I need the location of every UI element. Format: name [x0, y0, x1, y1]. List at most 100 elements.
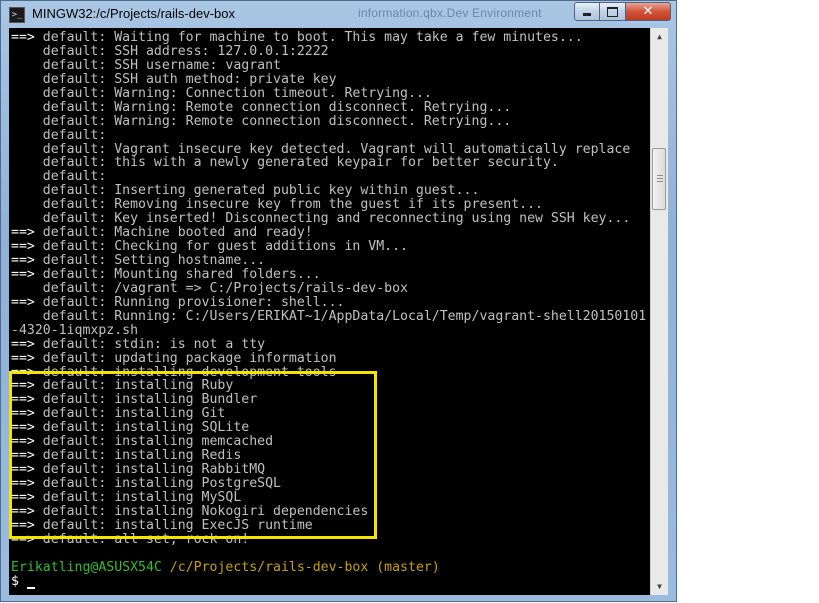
terminal-line-text: default: this with a newly generated key… — [42, 155, 559, 171]
output-arrow-prefix — [11, 86, 43, 101]
output-arrow-prefix: ==> — [11, 462, 43, 478]
output-arrow-prefix: ==> — [11, 517, 43, 533]
terminal-line: ==> default: installing Git — [11, 407, 646, 421]
terminal-line: ==> default: all set, rock on! — [11, 531, 646, 547]
title-bar[interactable]: >_ MINGW32:/c/Projects/rails-dev-box inf… — [1, 1, 676, 28]
terminal-line: default: — [11, 127, 646, 143]
terminal-line: default: Removing insecure key from the … — [11, 198, 646, 212]
output-arrow-prefix: ==> — [11, 350, 43, 366]
output-arrow-prefix: ==> — [11, 336, 43, 352]
terminal-line-text: default: Checking for guest additions in… — [42, 239, 408, 255]
terminal-line: ==> default: installing MySQL — [11, 490, 646, 505]
terminal-line-text: default: installing ExecJS runtime — [42, 517, 313, 533]
maximize-icon — [607, 6, 618, 17]
terminal-line-text: default: — [42, 127, 107, 143]
terminal-line-text: default: installing PostgreSQL — [42, 476, 281, 491]
text-cursor — [26, 586, 35, 589]
terminal-line-text: default: Running provisioner: shell... — [42, 294, 345, 310]
terminal-line: default: Inserting generated public key … — [11, 184, 646, 198]
output-arrow-prefix: ==> — [11, 294, 43, 310]
terminal-line: ==> default: installing Redis — [11, 449, 646, 463]
output-arrow-prefix — [11, 169, 43, 184]
terminal-line-text: default: stdin: is not a tty — [42, 336, 266, 352]
command-input-line[interactable]: $ — [11, 574, 646, 589]
close-icon: ✕ — [642, 4, 654, 19]
terminal-line: default: SSH auth method: private key — [11, 71, 646, 87]
terminal-line: default: Warning: Connection timeout. Re… — [11, 85, 646, 101]
output-arrow-prefix: ==> — [11, 476, 43, 491]
terminal-line-text: default: installing memcached — [42, 434, 274, 450]
output-arrow-prefix: ==> — [11, 406, 43, 422]
terminal-lines: ==> default: Waiting for machine to boot… — [11, 31, 646, 589]
prompt-user-host: Erikatling@ASUSX54C — [11, 559, 162, 575]
terminal-line: ==> default: installing PostgreSQL — [11, 477, 646, 491]
terminal-line-text: default: Key inserted! Disconnecting and… — [42, 211, 631, 227]
output-arrow-prefix: ==> — [11, 531, 43, 547]
terminal-line-text: default: Setting hostname... — [42, 253, 266, 268]
thumb-grip-line — [657, 181, 663, 182]
prompt-line: Erikatling@ASUSX54C /c/Projects/rails-de… — [11, 559, 646, 575]
output-arrow-prefix: ==> — [11, 239, 43, 255]
thumb-grip-line — [657, 178, 663, 179]
output-arrow-prefix: ==> — [11, 420, 43, 436]
terminal-line: default: Warning: Remote connection disc… — [11, 100, 646, 115]
terminal-app-icon[interactable]: >_ — [9, 7, 25, 23]
terminal-line-text: default: installing Bundler — [42, 392, 258, 408]
minimize-button[interactable] — [574, 2, 600, 21]
terminal-output[interactable]: ==> default: Waiting for machine to boot… — [9, 28, 650, 595]
scroll-down-button[interactable]: ▼ — [651, 578, 668, 595]
output-arrow-prefix: ==> — [11, 225, 43, 241]
terminal-line: ==> default: installing Nokogiri depende… — [11, 504, 646, 519]
terminal-line-text: default: installing Ruby — [42, 378, 234, 394]
terminal-line-text: default: /vagrant => C:/Projects/rails-d… — [42, 280, 408, 296]
terminal-line-text: default: SSH auth method: private key — [42, 71, 337, 87]
output-arrow-prefix — [11, 142, 43, 157]
terminal-line: ==> default: installing Bundler — [11, 393, 646, 407]
terminal-line: default: /vagrant => C:/Projects/rails-d… — [11, 280, 646, 296]
window-title: MINGW32:/c/Projects/rails-dev-box — [32, 6, 235, 21]
scrollbar-thumb[interactable] — [652, 148, 666, 210]
terminal-line: ==> default: Checking for guest addition… — [11, 240, 646, 254]
terminal-line-text: default: SSH username: vagrant — [42, 57, 281, 73]
terminal-line: ==> default: stdin: is not a tty — [11, 336, 646, 352]
output-arrow-prefix — [11, 58, 43, 73]
terminal-line-text: default: installing SQLite — [42, 420, 250, 436]
terminal-line-text: default: installing Git — [42, 406, 226, 422]
terminal-line: ==> default: installing RabbitMQ — [11, 463, 646, 477]
terminal-line-text: default: — [42, 169, 107, 185]
terminal-line: -4320-1iqmxpz.sh — [11, 323, 646, 338]
output-arrow-prefix: ==> — [11, 30, 43, 45]
terminal-line: ==> default: Running provisioner: shell.… — [11, 294, 646, 310]
output-arrow-prefix — [11, 100, 43, 115]
terminal-line: default: SSH username: vagrant — [11, 57, 646, 73]
output-arrow-prefix — [11, 211, 43, 226]
minimize-icon — [583, 13, 591, 16]
prompt-path: /c/Projects/rails-dev-box (master) — [169, 559, 440, 575]
output-arrow-prefix — [11, 44, 43, 59]
terminal-line-text: default: Warning: Connection timeout. Re… — [42, 85, 432, 101]
terminal-line: ==> default: installing memcached — [11, 435, 646, 449]
thumb-grip-line — [657, 175, 663, 176]
scroll-up-button[interactable]: ▲ — [651, 28, 668, 45]
close-button[interactable]: ✕ — [626, 2, 671, 21]
output-arrow-prefix — [11, 197, 43, 212]
terminal-line-text: default: Machine booted and ready! — [42, 225, 313, 241]
terminal-line-text: default: installing development tools — [42, 364, 337, 380]
output-arrow-prefix — [11, 72, 43, 87]
output-arrow-prefix — [11, 183, 43, 198]
terminal-window: >_ MINGW32:/c/Projects/rails-dev-box inf… — [0, 0, 677, 602]
terminal-line: ==> default: installing development tool… — [11, 364, 646, 380]
window-title-overlay: information.qbx.Dev Environment — [358, 6, 542, 20]
maximize-button[interactable] — [600, 2, 626, 21]
terminal-line-text: default: Waiting for machine to boot. Th… — [42, 30, 583, 45]
chevron-up-icon: ▲ — [657, 32, 662, 41]
vertical-scrollbar[interactable]: ▲ ▼ — [650, 28, 668, 595]
output-arrow-prefix — [11, 309, 43, 324]
terminal-line-text: default: all set, rock on! — [42, 531, 250, 547]
output-arrow-prefix — [11, 114, 43, 129]
terminal-line: ==> default: updating package informatio… — [11, 350, 646, 366]
terminal-line-text: default: Warning: Remote connection disc… — [42, 113, 512, 129]
terminal-line: default: Warning: Remote connection disc… — [11, 113, 646, 129]
terminal-line-text: default: Inserting generated public key … — [42, 183, 480, 199]
